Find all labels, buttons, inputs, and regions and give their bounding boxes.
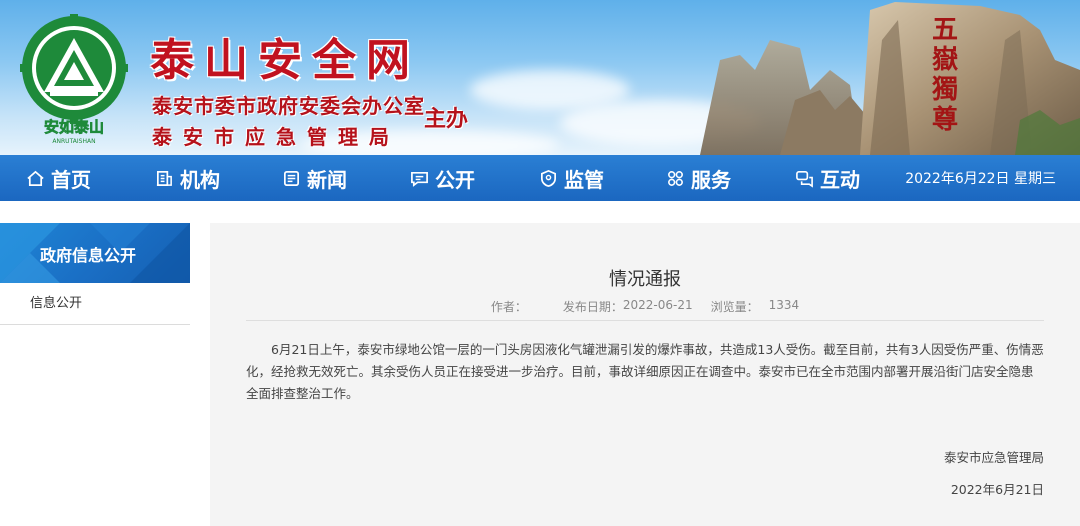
article-panel: 情况通报 作者： 发布日期： 2022-06-21 浏览量： 1334 6月21… bbox=[210, 223, 1080, 526]
home-icon bbox=[27, 170, 44, 186]
news-icon bbox=[283, 170, 300, 186]
grid-icon bbox=[668, 170, 683, 186]
nav-item-services[interactable]: 服务 bbox=[666, 155, 731, 201]
article-body: 6月21日上午，泰安市绿地公馆一层的一门头房因液化气罐泄漏引发的爆炸事故，共造成… bbox=[246, 342, 1044, 401]
chat-icon bbox=[796, 170, 813, 188]
sponsor-label: 主办 bbox=[424, 106, 469, 132]
nav-item-label: 新闻 bbox=[307, 167, 347, 192]
mount-tai-rock-image: 五 嶽 獨 尊 bbox=[700, 2, 1080, 155]
nav-item-supervision[interactable]: 监管 bbox=[539, 155, 604, 201]
article-meta: 作者： 发布日期： 2022-06-21 浏览量： 1334 bbox=[210, 298, 1080, 315]
signature-date: 2022年6月21日 bbox=[950, 482, 1044, 497]
site-banner: 安如泰山 ANRUTAISHAN 泰山安全网 泰安市委市政府安委会办公室 泰安市… bbox=[0, 0, 1080, 155]
nav-item-home[interactable]: 首页 bbox=[26, 155, 91, 201]
logo-text: 安如泰山 bbox=[44, 118, 104, 136]
message-icon bbox=[411, 171, 428, 187]
article-title: 情况通报 bbox=[609, 269, 681, 290]
sidebar: 政府信息公开 信息公开 bbox=[0, 223, 190, 325]
shield-icon bbox=[540, 169, 557, 187]
current-date: 2022年6月22日 星期三 bbox=[905, 171, 1056, 187]
nav-item-label: 机构 bbox=[180, 167, 220, 192]
signature-organization: 泰安市应急管理局 bbox=[943, 450, 1044, 465]
views-count: 1334 bbox=[768, 298, 800, 312]
sidebar-item-info-disclosure[interactable]: 信息公开 bbox=[0, 283, 190, 325]
building-icon bbox=[156, 170, 172, 186]
title-divider bbox=[246, 320, 1044, 321]
nav-item-label: 监管 bbox=[564, 167, 604, 192]
nav-item-label: 公开 bbox=[435, 167, 475, 192]
author-label: 作者： bbox=[490, 300, 527, 314]
logo-subtext: ANRUTAISHAN bbox=[52, 138, 95, 145]
nav-item-disclosure[interactable]: 公开 bbox=[410, 155, 475, 201]
organizer-line-1: 泰安市委市政府安委会办公室 bbox=[152, 94, 425, 118]
sidebar-item-label: 信息公开 bbox=[30, 296, 83, 311]
main-nav: 首页 机构 新闻 公开 监管 服务 互动 2022年6月22日 星期三 bbox=[0, 155, 1080, 201]
site-logo[interactable]: 安如泰山 ANRUTAISHAN bbox=[20, 14, 128, 146]
page-body: 政府信息公开 信息公开 情况通报 作者： 发布日期： 2022-06-21 浏览… bbox=[0, 201, 1080, 526]
nav-item-label: 互动 bbox=[820, 167, 860, 192]
nav-item-institutions[interactable]: 机构 bbox=[155, 155, 220, 201]
nav-item-interaction[interactable]: 互动 bbox=[795, 155, 860, 201]
publish-date-label: 发布日期： bbox=[562, 300, 623, 314]
organizer-line-2: 泰安市应急管理局 bbox=[152, 125, 400, 149]
site-title: 泰山安全网 bbox=[150, 35, 420, 86]
views-label: 浏览量： bbox=[710, 300, 759, 314]
nav-item-news[interactable]: 新闻 bbox=[282, 155, 347, 201]
nav-item-label: 首页 bbox=[51, 167, 91, 192]
nav-item-label: 服务 bbox=[691, 167, 731, 192]
publish-date-value: 2022-06-21 bbox=[622, 298, 693, 312]
sidebar-heading: 政府信息公开 bbox=[0, 223, 190, 283]
sidebar-heading-label: 政府信息公开 bbox=[40, 246, 137, 265]
